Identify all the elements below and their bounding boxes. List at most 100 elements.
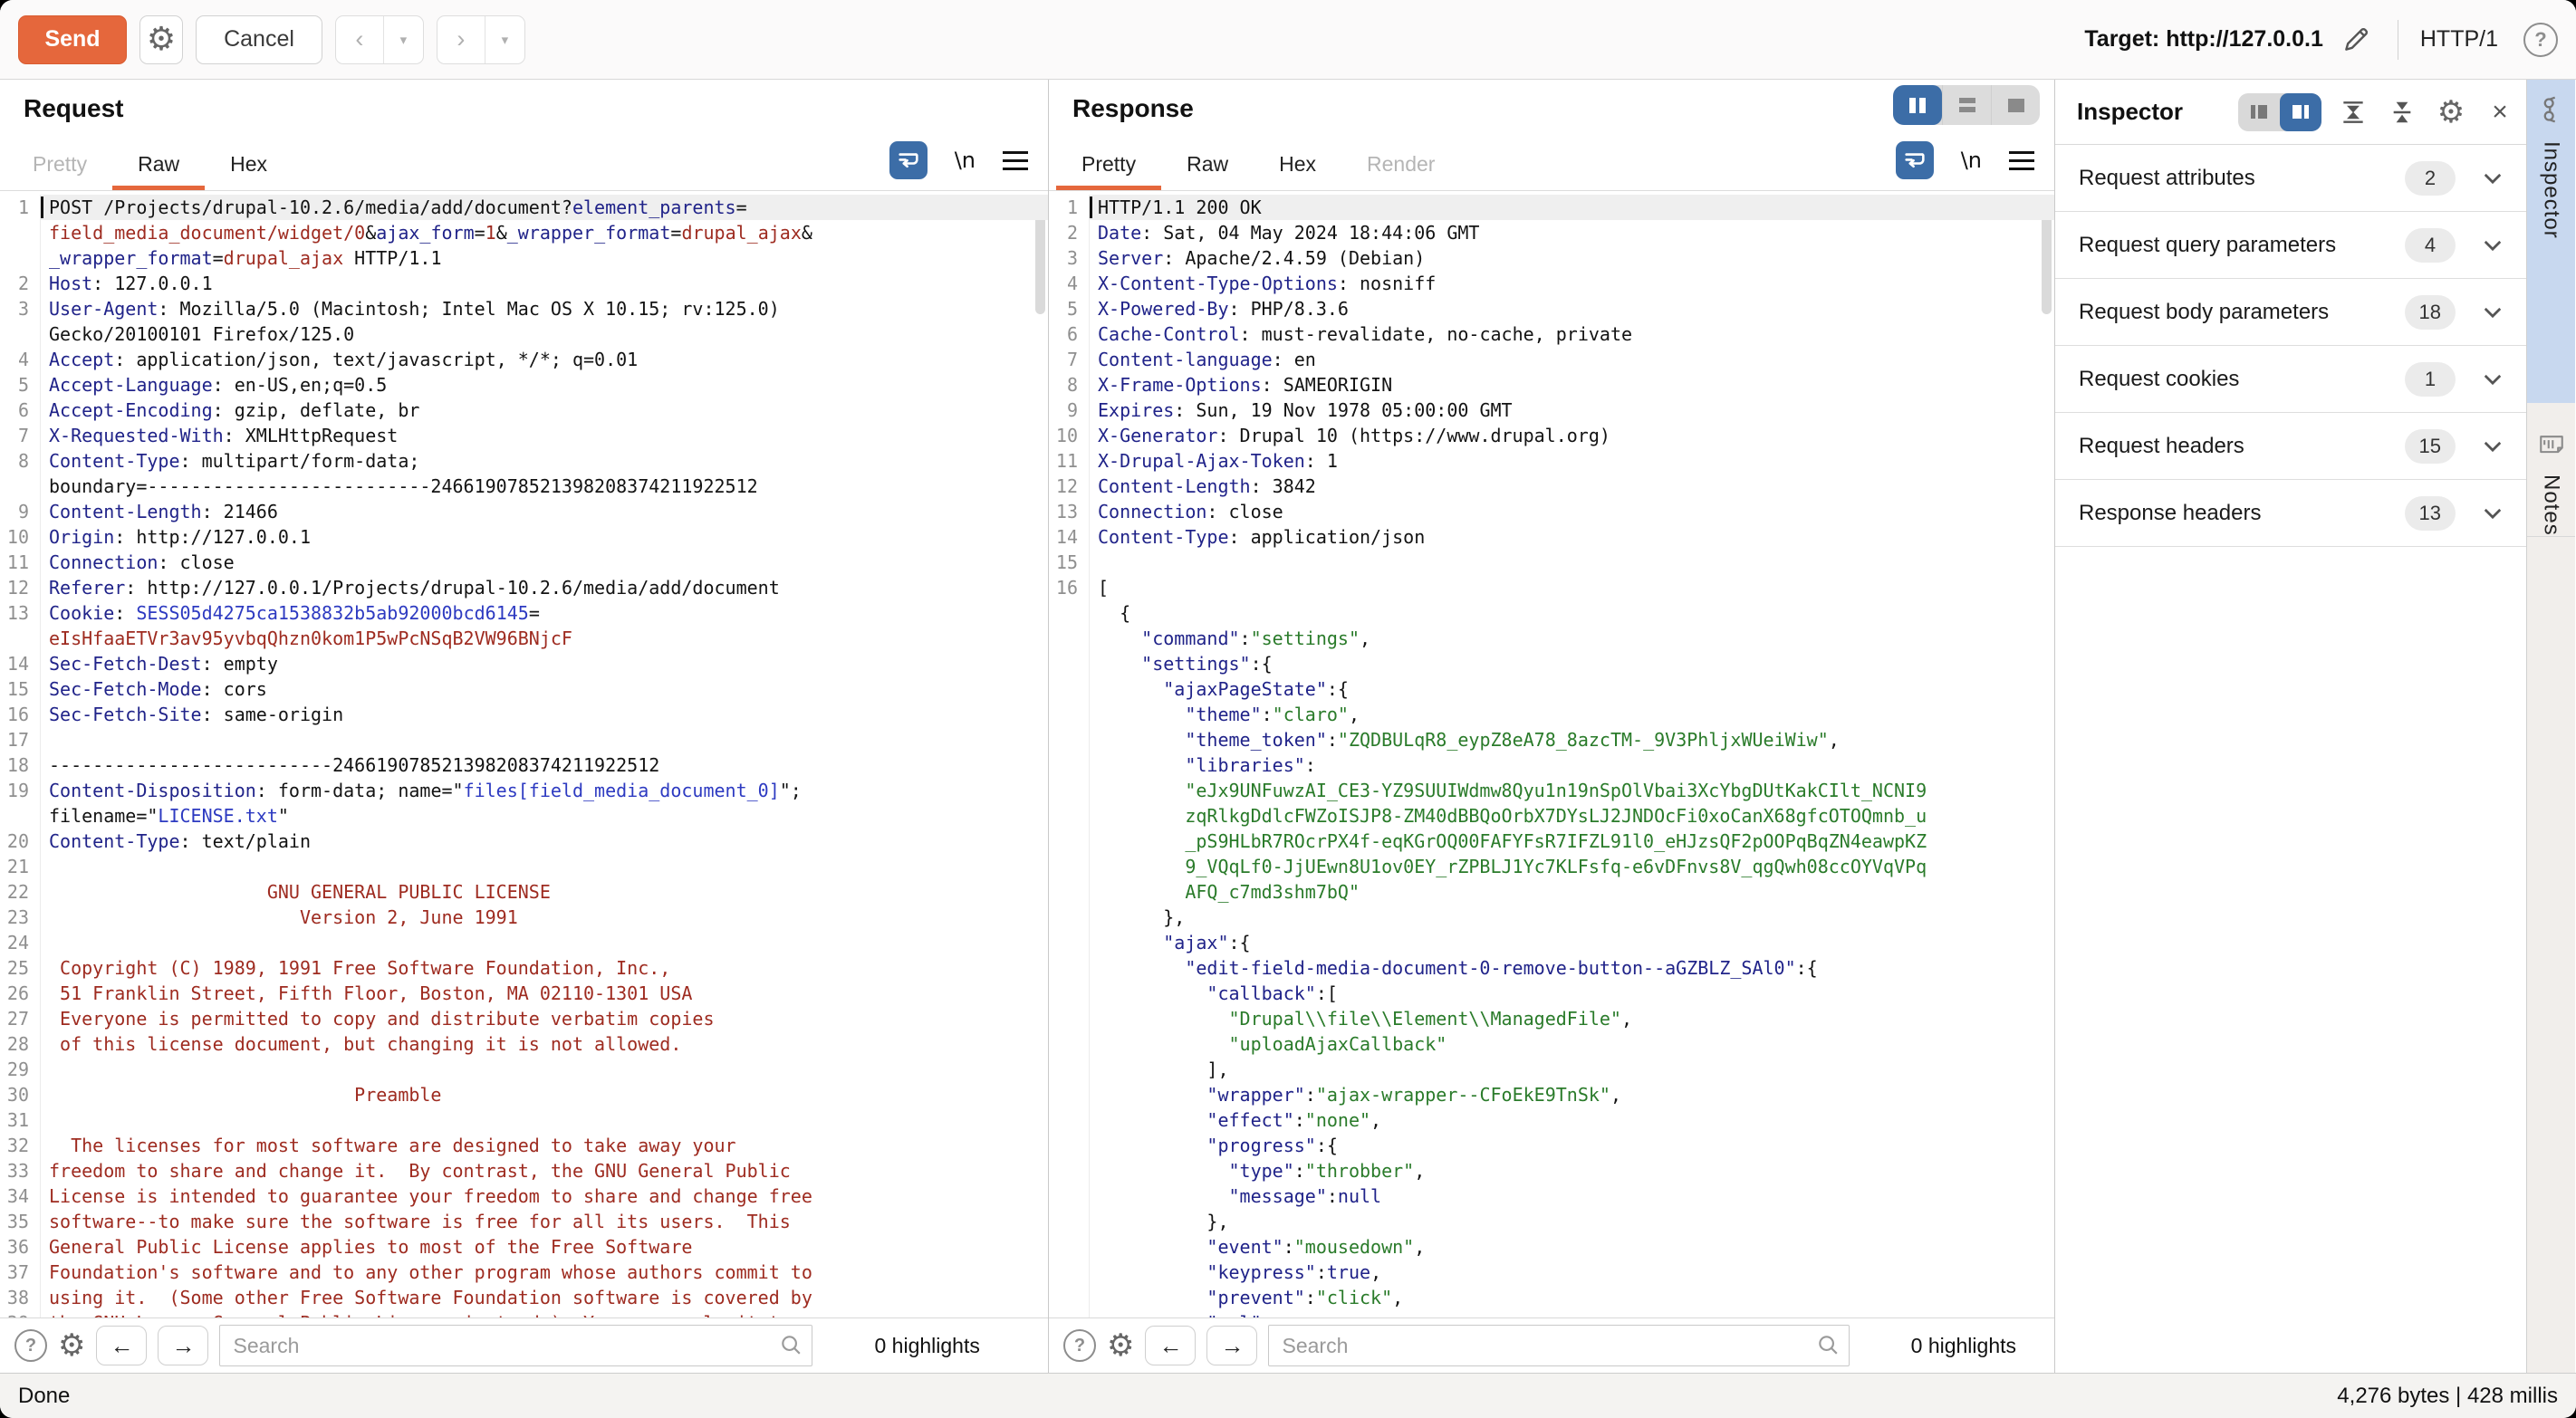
help-icon[interactable]: ? bbox=[2523, 23, 2558, 57]
inspector-row-response-headers[interactable]: Response headers 13 bbox=[2055, 480, 2526, 547]
layout-columns-button[interactable] bbox=[1893, 85, 1942, 125]
line-number bbox=[1049, 1310, 1089, 1317]
inspector-row-request-attributes[interactable]: Request attributes 2 bbox=[2055, 145, 2526, 212]
code-row: field_media_document/widget/0&ajax_form=… bbox=[0, 220, 1048, 245]
search-prev-button[interactable]: ← bbox=[1145, 1326, 1196, 1365]
code-row: 5X-Powered-By: PHP/8.3.6 bbox=[1049, 296, 2054, 321]
line-number: 8 bbox=[1049, 372, 1089, 398]
count-badge: 2 bbox=[2405, 161, 2456, 196]
tab-response-render[interactable]: Render bbox=[1341, 143, 1460, 190]
code-row: 14Content-Type: application/json bbox=[1049, 524, 2054, 550]
line-number bbox=[1049, 727, 1089, 752]
forward-history-button[interactable]: › ▾ bbox=[437, 15, 525, 64]
search-help-icon[interactable]: ? bbox=[14, 1329, 47, 1362]
code-row: 10X-Generator: Drupal 10 (https://www.dr… bbox=[1049, 423, 2054, 448]
show-newlines-toggle[interactable]: \n bbox=[955, 148, 976, 173]
chevron-down-icon: ▾ bbox=[383, 16, 423, 63]
line-number: 6 bbox=[1049, 321, 1089, 347]
request-search-input[interactable] bbox=[219, 1325, 812, 1366]
line-number bbox=[1049, 1031, 1089, 1057]
line-number: 10 bbox=[1049, 423, 1089, 448]
show-newlines-toggle[interactable]: \n bbox=[1961, 148, 1982, 173]
tab-request-hex[interactable]: Hex bbox=[205, 143, 293, 190]
inspector-settings-button[interactable]: ⚙ bbox=[2434, 95, 2468, 129]
inspector-row-request-body-parameters[interactable]: Request body parameters 18 bbox=[2055, 279, 2526, 346]
line-number bbox=[1049, 1234, 1089, 1260]
line-number: 22 bbox=[0, 879, 40, 905]
inspector-row-request-query-parameters[interactable]: Request query parameters 4 bbox=[2055, 212, 2526, 279]
code-row: 3Server: Apache/2.4.59 (Debian) bbox=[1049, 245, 2054, 271]
inspector-header: Inspector ⚙ × bbox=[2055, 80, 2526, 145]
line-number: 33 bbox=[0, 1158, 40, 1183]
back-history-button[interactable]: ‹ ▾ bbox=[335, 15, 424, 64]
row-label: Response headers bbox=[2079, 501, 2405, 526]
code-row: eIsHfaaETVr3av95yvbqQhzn0kom1P5wPcNSqB2V… bbox=[0, 626, 1048, 651]
request-editor[interactable]: 1POST /Projects/drupal-10.2.6/media/add/… bbox=[0, 191, 1048, 1317]
inspector-close-button[interactable]: × bbox=[2483, 95, 2517, 129]
response-search-input[interactable] bbox=[1268, 1325, 1849, 1366]
search-prev-button[interactable]: ← bbox=[96, 1326, 147, 1365]
line-number: 3 bbox=[0, 296, 40, 321]
dock-right-button[interactable] bbox=[2280, 93, 2321, 131]
tab-response-raw[interactable]: Raw bbox=[1161, 143, 1254, 190]
code-row: "prevent":"click", bbox=[1049, 1285, 2054, 1310]
send-button[interactable]: Send bbox=[18, 15, 127, 64]
cancel-button[interactable]: Cancel bbox=[196, 15, 322, 64]
word-wrap-toggle[interactable] bbox=[889, 141, 928, 179]
collapse-all-button[interactable] bbox=[2385, 95, 2419, 129]
code-row: 17 bbox=[0, 727, 1048, 752]
line-number: 4 bbox=[1049, 271, 1089, 296]
side-tab-inspector[interactable]: Inspector bbox=[2527, 80, 2575, 403]
search-settings-icon[interactable]: ⚙ bbox=[1107, 1330, 1134, 1361]
line-number bbox=[1049, 1158, 1089, 1183]
search-next-button[interactable]: → bbox=[1206, 1326, 1257, 1365]
code-row: 36General Public License applies to most… bbox=[0, 1234, 1048, 1260]
inspector-row-request-cookies[interactable]: Request cookies 1 bbox=[2055, 346, 2526, 413]
layout-rows-button[interactable] bbox=[1942, 85, 1991, 125]
gear-icon: ⚙ bbox=[2437, 97, 2465, 128]
code-row: 15Sec-Fetch-Mode: cors bbox=[0, 676, 1048, 702]
chevron-down-icon bbox=[2483, 507, 2503, 520]
search-settings-icon[interactable]: ⚙ bbox=[58, 1330, 85, 1361]
inspector-row-request-headers[interactable]: Request headers 15 bbox=[2055, 413, 2526, 480]
http-version-selector[interactable]: HTTP/1 bbox=[2420, 26, 2498, 53]
dock-left-button[interactable] bbox=[2238, 93, 2280, 131]
line-number bbox=[0, 803, 40, 829]
tab-response-hex[interactable]: Hex bbox=[1254, 143, 1341, 190]
line-number: 11 bbox=[0, 550, 40, 575]
side-tab-notes[interactable]: Notes bbox=[2527, 403, 2575, 537]
tab-response-pretty[interactable]: Pretty bbox=[1056, 143, 1161, 190]
code-row: "url": bbox=[1049, 1310, 2054, 1317]
search-next-button[interactable]: → bbox=[158, 1326, 208, 1365]
word-wrap-toggle[interactable] bbox=[1896, 141, 1934, 179]
menu-icon[interactable] bbox=[2009, 151, 2034, 170]
line-number: 1 bbox=[1049, 195, 1089, 220]
response-editor[interactable]: 1HTTP/1.1 200 OK2Date: Sat, 04 May 2024 … bbox=[1049, 191, 2054, 1317]
code-row: 24 bbox=[0, 930, 1048, 955]
edit-target-button[interactable] bbox=[2336, 20, 2376, 60]
code-row: 6Cache-Control: must-revalidate, no-cach… bbox=[1049, 321, 2054, 347]
line-number: 8 bbox=[0, 448, 40, 474]
status-left: Done bbox=[18, 1384, 70, 1409]
code-row: 7Content-language: en bbox=[1049, 347, 2054, 372]
send-settings-button[interactable]: ⚙ bbox=[139, 15, 183, 64]
main-area: Request Pretty Raw Hex \n 1POST /Project… bbox=[0, 80, 2576, 1373]
side-tab-label: Inspector bbox=[2539, 141, 2564, 239]
layout-single-button[interactable] bbox=[1991, 85, 2040, 125]
expand-all-button[interactable] bbox=[2336, 95, 2370, 129]
top-toolbar: Send ⚙ Cancel ‹ ▾ › ▾ Target: http://127… bbox=[0, 0, 2576, 80]
tab-request-raw[interactable]: Raw bbox=[112, 143, 205, 190]
code-row: 6Accept-Encoding: gzip, deflate, br bbox=[0, 398, 1048, 423]
code-row: }, bbox=[1049, 905, 2054, 930]
line-number: 9 bbox=[1049, 398, 1089, 423]
tab-request-pretty[interactable]: Pretty bbox=[7, 143, 112, 190]
chevron-left-icon: ‹ bbox=[336, 16, 383, 63]
inspector-panel: Inspector ⚙ × Request attributes 2 bbox=[2055, 80, 2527, 1373]
line-number: 23 bbox=[0, 905, 40, 930]
search-help-icon[interactable]: ? bbox=[1063, 1329, 1096, 1362]
code-row: boundary=--------------------------24661… bbox=[0, 474, 1048, 499]
menu-icon[interactable] bbox=[1003, 151, 1028, 170]
line-number bbox=[1049, 829, 1089, 854]
code-row: 1HTTP/1.1 200 OK bbox=[1049, 195, 2054, 220]
line-number: 12 bbox=[0, 575, 40, 600]
